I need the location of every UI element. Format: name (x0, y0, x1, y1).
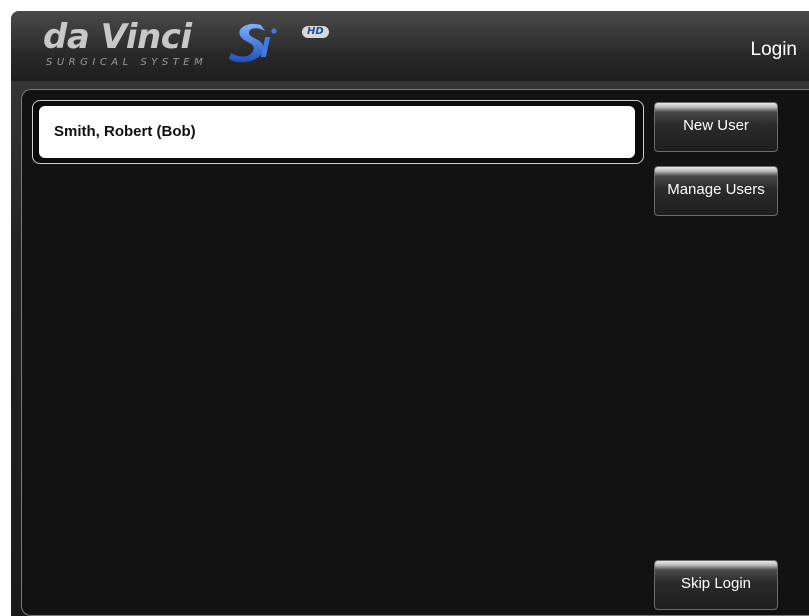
manage-users-button[interactable]: Manage Users (654, 166, 778, 216)
user-name: Smith, Robert (Bob) (54, 123, 196, 140)
login-panel: Smith, Robert (Bob) New User Manage User… (21, 89, 809, 616)
skip-login-button[interactable]: Skip Login (654, 560, 778, 610)
hd-badge: HD (302, 26, 329, 38)
header-bar: da Vinci HD SURGICAL SYSTEM Login (11, 11, 809, 81)
new-user-label: New User (683, 117, 749, 134)
new-user-button[interactable]: New User (654, 102, 778, 152)
skip-login-label: Skip Login (680, 575, 752, 592)
logo-subtitle: SURGICAL SYSTEM (46, 57, 208, 68)
davinci-logo: da Vinci HD SURGICAL SYSTEM (43, 17, 363, 77)
logo-wordmark: da Vinci (43, 17, 192, 57)
manage-users-label: Manage Users (667, 181, 765, 198)
user-list: Smith, Robert (Bob) (32, 100, 644, 164)
page-title: Login (750, 39, 798, 60)
si-logo-icon (229, 23, 277, 63)
app-window: da Vinci HD SURGICAL SYSTEM Login Smith,… (11, 11, 809, 616)
user-list-item[interactable]: Smith, Robert (Bob) (39, 106, 635, 158)
